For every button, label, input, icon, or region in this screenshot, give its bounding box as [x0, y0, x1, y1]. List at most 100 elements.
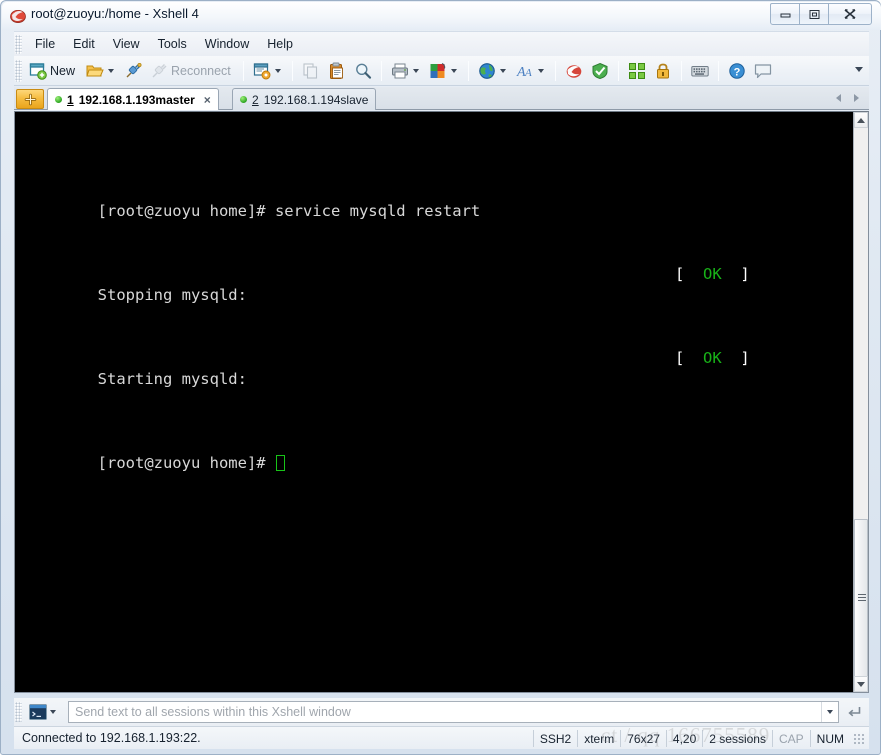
menu-item-file[interactable]: File: [26, 34, 64, 54]
terminal-cursor: [275, 455, 285, 471]
find-button[interactable]: [350, 59, 376, 83]
chevron-down-icon[interactable]: [537, 68, 544, 73]
svg-text:A: A: [524, 67, 532, 79]
ok-open-bracket: [: [675, 265, 685, 283]
send-text-input[interactable]: [69, 705, 821, 719]
font-button[interactable]: A A: [512, 59, 550, 83]
minimize-button[interactable]: [770, 3, 800, 25]
restore-button[interactable]: [799, 3, 829, 25]
open-session-button[interactable]: [82, 59, 120, 83]
toolbar-separator: [467, 60, 469, 81]
terminal-line: Stopping mysqld: [ OK ]: [23, 264, 855, 304]
send-history-dropdown-button[interactable]: [821, 702, 838, 722]
send-bar-drag-grip[interactable]: [15, 702, 22, 722]
menu-item-edit[interactable]: Edit: [64, 34, 104, 54]
toolbar-separator: [617, 60, 619, 81]
tab-status-connected-icon: [55, 96, 62, 103]
terminal-status-ok: [ OK ]: [675, 348, 750, 369]
close-button[interactable]: [828, 3, 872, 25]
tab-scroll-left-icon: [836, 94, 841, 102]
reconnect-button[interactable]: Reconnect: [146, 59, 238, 83]
tab-session-2-label: 192.168.1.194slave: [263, 92, 369, 107]
xftp-red-icon: [566, 64, 582, 78]
reconnect-label: Reconnect: [171, 63, 231, 78]
xagent-button[interactable]: [587, 59, 613, 83]
new-session-button[interactable]: New: [25, 59, 82, 83]
properties-button[interactable]: [249, 59, 287, 83]
application-window: root@zuoyu:/home - Xshell 4 File Edit Vi…: [0, 0, 881, 755]
send-mode-button[interactable]: [26, 701, 64, 723]
tab-session-1[interactable]: 1 192.168.1.193master ×: [47, 88, 219, 110]
lock-button[interactable]: [650, 59, 676, 83]
globe-icon: [479, 62, 495, 79]
plug-connect-icon: [126, 62, 142, 77]
menu-item-view[interactable]: View: [104, 34, 149, 54]
toolbar-drag-grip[interactable]: [15, 59, 22, 82]
chat-button[interactable]: [750, 59, 776, 83]
toolbar-overflow-icon[interactable]: [855, 67, 863, 72]
padlock-icon: [656, 63, 669, 78]
terminal-line-text: [root@zuoyu home]#: [97, 454, 275, 472]
color-scheme-button[interactable]: [425, 59, 463, 83]
new-session-label: New: [50, 63, 76, 78]
chevron-down-icon[interactable]: [108, 68, 115, 73]
speech-bubble-icon: [754, 63, 771, 78]
tab-close-icon[interactable]: ×: [204, 94, 211, 106]
tab-session-2[interactable]: 2 192.168.1.194slave: [232, 88, 377, 110]
fullscreen-button[interactable]: [624, 59, 650, 83]
terminal-screen[interactable]: [root@zuoyu home]# service mysqld restar…: [15, 112, 855, 692]
tab-status-connected-icon: [240, 96, 247, 103]
paste-button[interactable]: [324, 59, 350, 83]
send-text-field-wrapper[interactable]: [68, 701, 839, 723]
xftp-button[interactable]: [561, 59, 587, 83]
open-folder-icon: [86, 65, 104, 76]
send-enter-button[interactable]: [841, 701, 867, 723]
tab-session-1-number: 1: [67, 92, 74, 107]
new-tab-button[interactable]: [16, 89, 44, 109]
ok-open-bracket: [: [675, 349, 685, 367]
title-bar: root@zuoyu:/home - Xshell 4: [1, 1, 881, 31]
scroll-down-button[interactable]: [854, 676, 868, 692]
toolbar-separator: [554, 60, 556, 81]
help-button[interactable]: ?: [724, 59, 750, 83]
toolbar-separator: [680, 60, 682, 81]
scroll-up-button[interactable]: [854, 112, 868, 128]
chevron-down-icon[interactable]: [499, 68, 506, 73]
status-num-lock: NUM: [809, 730, 850, 747]
close-icon: [844, 9, 856, 19]
menu-item-help[interactable]: Help: [258, 34, 302, 54]
terminal-scrollbar[interactable]: [853, 112, 868, 692]
new-tab-plus-icon: [24, 93, 36, 105]
chevron-down-icon[interactable]: [274, 68, 281, 73]
font-letter-icon: A A: [516, 65, 532, 80]
print-button[interactable]: [387, 59, 425, 83]
fullscreen-arrows-icon: [628, 62, 645, 79]
menu-item-window[interactable]: Window: [196, 34, 258, 54]
tab-bar: 1 192.168.1.193master × 2 192.168.1.194s…: [14, 87, 869, 110]
terminal-panel: [root@zuoyu home]# service mysqld restar…: [14, 111, 869, 693]
keyboard-button[interactable]: [687, 59, 713, 83]
scrollbar-thumb[interactable]: [854, 519, 868, 679]
session-properties-icon: [253, 62, 271, 79]
window-resize-grip[interactable]: [853, 732, 865, 745]
copy-button[interactable]: [298, 59, 324, 83]
ok-text: OK: [703, 265, 722, 283]
status-terminal-type: xterm: [577, 730, 620, 747]
scrollbar-grip-icon: [858, 594, 866, 601]
chevron-down-icon[interactable]: [412, 68, 419, 73]
ok-text: OK: [703, 349, 722, 367]
question-mark-icon: ?: [729, 62, 745, 79]
menu-item-tools[interactable]: Tools: [149, 34, 196, 54]
status-session-count: 2 sessions: [702, 730, 772, 747]
tab-scroll-right-button[interactable]: [850, 91, 863, 105]
chevron-down-icon[interactable]: [450, 68, 457, 73]
menu-drag-grip[interactable]: [15, 34, 22, 54]
ok-close-bracket: ]: [740, 265, 750, 283]
language-encoding-button[interactable]: [474, 59, 512, 83]
connect-button[interactable]: [120, 59, 146, 83]
send-to-all-bar: [14, 698, 869, 726]
chevron-down-icon[interactable]: [50, 710, 56, 714]
color-palette-icon: [430, 62, 445, 78]
tab-scroll-left-button[interactable]: [832, 91, 845, 105]
status-dimensions: 76x27: [620, 730, 666, 747]
